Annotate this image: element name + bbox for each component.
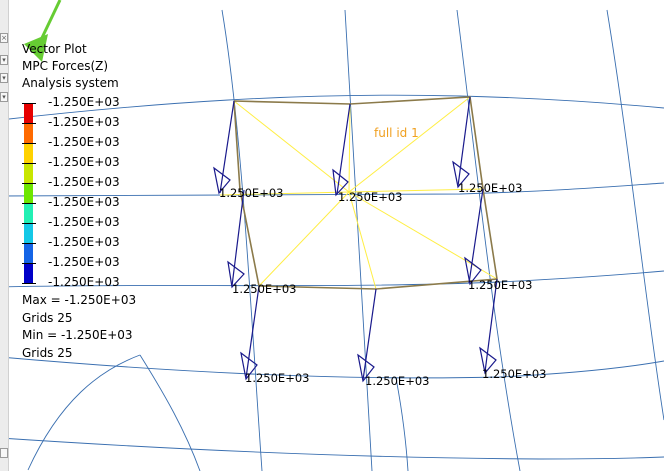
vector-value-label: 1.250E+03 (458, 181, 522, 195)
legend-color-band (24, 264, 33, 284)
mesh-line (27, 354, 141, 471)
collapse-icon[interactable]: × (0, 33, 8, 43)
legend-level-value: -1.250E+03 (48, 275, 120, 289)
mesh-line (139, 354, 201, 471)
legend-max-grids: Grids 25 (22, 310, 73, 325)
vector-value-label: 1.250E+03 (338, 190, 402, 204)
panel-handle-icon[interactable] (0, 448, 8, 458)
legend-max: Max = -1.250E+03 (22, 293, 137, 307)
legend-level-value: -1.250E+03 (48, 215, 120, 229)
vector-value-label: 1.250E+03 (482, 367, 546, 381)
mesh-line (344, 9, 373, 471)
legend-level-value: -1.250E+03 (48, 235, 120, 249)
legend-color-band (24, 104, 33, 124)
legend-min: Min = -1.250E+03 (22, 328, 133, 342)
legend-level-value: -1.250E+03 (48, 95, 120, 109)
legend-color-band (24, 124, 33, 144)
legend-color-band (24, 164, 33, 184)
legend-level-value: -1.250E+03 (48, 135, 120, 149)
force-vector-arrow (479, 278, 498, 375)
legend-result-type: MPC Forces(Z) (22, 59, 109, 73)
legend-level-value: -1.250E+03 (48, 115, 120, 129)
legend-level-value: -1.250E+03 (48, 255, 120, 269)
legend-level-value: -1.250E+03 (48, 175, 120, 189)
legend-color-band (24, 204, 33, 224)
force-vector-arrow (240, 285, 260, 381)
dropdown-icon[interactable]: ▾ (0, 92, 8, 102)
left-panel-edge: × ▾ ▾ ▾ (0, 0, 9, 471)
mesh-line (456, 9, 521, 471)
mesh-line (0, 437, 664, 460)
legend-stats: Max = -1.250E+03 Grids 25 Min = -1.250E+… (22, 292, 136, 362)
mesh-line (221, 9, 263, 471)
legend-coordinate-system: Analysis system (22, 76, 119, 90)
legend-title: Vector Plot (22, 42, 87, 56)
vector-value-label: 1.250E+03 (219, 186, 283, 200)
legend-tick (22, 283, 36, 284)
legend-color-band (24, 244, 33, 264)
vector-value-label: 1.250E+03 (468, 278, 532, 292)
force-vector-arrow (227, 189, 245, 289)
legend-level-value: -1.250E+03 (48, 155, 120, 169)
force-vector-arrow (452, 96, 471, 189)
legend-min-grids: Grids 25 (22, 345, 73, 360)
vector-value-label: 1.250E+03 (245, 371, 309, 385)
component-label: full id 1 (374, 126, 419, 140)
dropdown-icon[interactable]: ▾ (0, 73, 8, 83)
force-vector-arrow (357, 288, 377, 383)
legend-color-band (24, 224, 33, 244)
mesh-line (606, 9, 664, 421)
legend-color-band (24, 144, 33, 164)
vector-value-label: 1.250E+03 (365, 374, 429, 388)
results-legend: Vector Plot MPC Forces(Z) Analysis syste… (22, 41, 182, 289)
legend-color-band (24, 184, 33, 204)
legend-level-value: -1.250E+03 (48, 195, 120, 209)
force-vector-arrow (464, 188, 484, 286)
vector-value-label: 1.250E+03 (232, 282, 296, 296)
graphics-viewport[interactable]: 1.250E+03 1.250E+03 1.250E+03 1.250E+03 … (0, 0, 664, 471)
force-vector-arrow (213, 100, 235, 195)
dropdown-icon[interactable]: ▾ (0, 55, 8, 65)
